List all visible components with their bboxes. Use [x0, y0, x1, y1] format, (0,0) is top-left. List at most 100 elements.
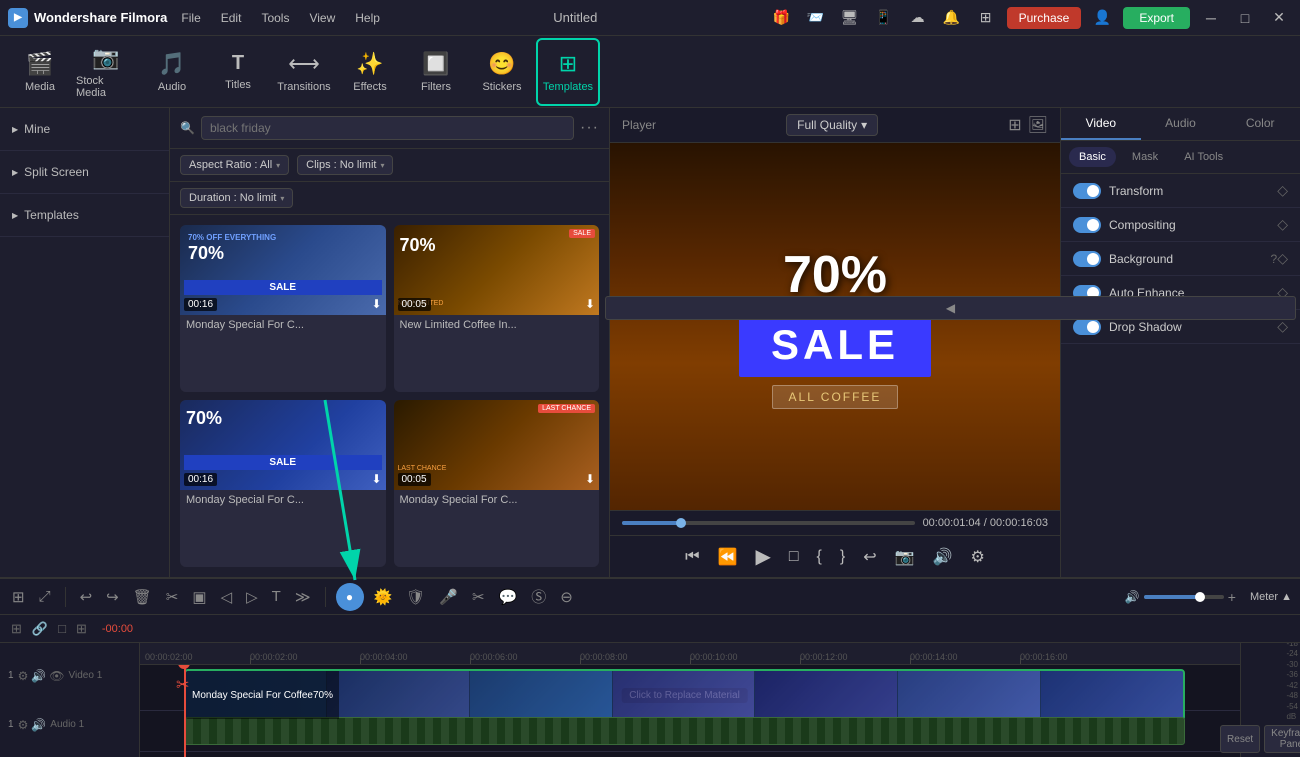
- minimize-button[interactable]: ─: [1198, 5, 1224, 31]
- bell-icon[interactable]: 🔔: [939, 5, 965, 31]
- duration-filter[interactable]: Duration : No limit ▾: [180, 188, 293, 208]
- template-card-1[interactable]: 70% OFF EVERYTHING 70% SALE 00:16 ⬇ Mond…: [180, 225, 386, 392]
- quality-dropdown[interactable]: Full Quality ▾: [786, 114, 878, 136]
- text-button[interactable]: T: [268, 586, 285, 607]
- export-button[interactable]: Export: [1123, 7, 1190, 29]
- audio-track-mute-button[interactable]: 🔊: [31, 718, 46, 732]
- group-track-button[interactable]: □: [55, 620, 69, 637]
- menu-help[interactable]: Help: [353, 7, 382, 29]
- delete-button[interactable]: 🗑: [129, 586, 156, 608]
- link-track-button[interactable]: 🔗: [29, 620, 51, 638]
- template-card-4[interactable]: LAST CHANCE LAST CHANCE 00:05 ⬇ Monday S…: [394, 400, 600, 567]
- sidebar-item-templates[interactable]: ▶ Templates: [12, 202, 157, 228]
- sidebar-item-mine[interactable]: ▶ Mine: [12, 116, 157, 142]
- phone-icon[interactable]: 📱: [871, 5, 897, 31]
- speed-button[interactable]: ⊖: [556, 586, 577, 608]
- audio-clip-1[interactable]: [184, 717, 1185, 745]
- tab-color[interactable]: Color: [1220, 108, 1300, 140]
- volume-add-icon[interactable]: +: [1228, 589, 1236, 605]
- tab-audio[interactable]: Audio: [1141, 108, 1221, 140]
- volume-slider[interactable]: [1144, 595, 1224, 599]
- monitor-icon[interactable]: 🖥: [837, 5, 863, 31]
- menu-edit[interactable]: Edit: [219, 7, 244, 29]
- grid-view-icon[interactable]: ⊞: [1008, 115, 1021, 135]
- maximize-button[interactable]: □: [1232, 5, 1258, 31]
- tool-filters[interactable]: 🔲 Filters: [404, 38, 468, 106]
- template-card-3[interactable]: 70% SALE 00:16 ⬇ Monday Special For C...: [180, 400, 386, 567]
- tool-stickers[interactable]: 😊 Stickers: [470, 38, 534, 106]
- transform-expand-icon[interactable]: ◇: [1277, 182, 1288, 199]
- image-view-icon[interactable]: 🖼: [1028, 115, 1048, 135]
- preview-progress-slider[interactable]: [622, 521, 915, 525]
- video-track-eye-button[interactable]: 👁: [49, 669, 64, 683]
- more-tools-button[interactable]: ≫: [291, 586, 315, 608]
- search-input[interactable]: [201, 116, 574, 140]
- transform-toggle[interactable]: [1073, 183, 1101, 199]
- aspect-ratio-filter[interactable]: Aspect Ratio : All ▾: [180, 155, 289, 175]
- close-button[interactable]: ✕: [1266, 5, 1292, 31]
- tool-media[interactable]: 🎬 Media: [8, 38, 72, 106]
- tool-stock-media[interactable]: 📷 Stock Media: [74, 38, 138, 106]
- paper-plane-icon[interactable]: 📨: [803, 5, 829, 31]
- template-card-2[interactable]: SALE 70% NEW LIMITED 00:05 ⬇ New Limited…: [394, 225, 600, 392]
- audio-button[interactable]: 🔊: [929, 545, 957, 569]
- go-to-start-button[interactable]: ⏮: [681, 546, 703, 568]
- tool-effects[interactable]: ✨ Effects: [338, 38, 402, 106]
- compositing-expand-icon[interactable]: ◇: [1277, 216, 1288, 233]
- preview-progress-handle[interactable]: [676, 518, 686, 528]
- background-help-icon[interactable]: ?: [1271, 252, 1278, 266]
- tool-transitions[interactable]: ⟷ Transitions: [272, 38, 336, 106]
- background-expand-icon[interactable]: ◇: [1277, 250, 1288, 267]
- auto-caption-button[interactable]: 💬: [495, 586, 522, 608]
- video-track-audio-button[interactable]: 🔊: [31, 669, 46, 683]
- audio-track-settings-button[interactable]: ⚙: [18, 718, 29, 732]
- panel-collapse-button[interactable]: ◀: [605, 296, 1296, 320]
- tab-video[interactable]: Video: [1061, 108, 1141, 140]
- purchase-button[interactable]: Purchase: [1007, 7, 1082, 29]
- subtab-mask[interactable]: Mask: [1122, 147, 1168, 167]
- gift-icon[interactable]: 🎁: [769, 5, 795, 31]
- sidebar-item-splitscreen[interactable]: ▶ Split Screen: [12, 159, 157, 185]
- compositing-toggle[interactable]: [1073, 217, 1101, 233]
- cut-button[interactable]: ✂: [162, 586, 183, 608]
- add-video-track-button[interactable]: ⊞: [8, 620, 25, 638]
- voiceover-button[interactable]: 🎤: [435, 586, 462, 608]
- crop-button[interactable]: ▣: [188, 586, 210, 608]
- ai-mask-button[interactable]: 🛡: [402, 586, 429, 608]
- video-track-settings-button[interactable]: ⚙: [18, 669, 29, 683]
- menu-file[interactable]: File: [179, 7, 202, 29]
- cloud-icon[interactable]: ☁: [905, 5, 931, 31]
- ungroup-track-button[interactable]: ⊞: [73, 620, 90, 638]
- scene-detect-button[interactable]: ⤢: [35, 586, 55, 607]
- trim-left-button[interactable]: ◁: [217, 586, 237, 608]
- step-back-button[interactable]: ⏪: [714, 545, 742, 569]
- scissors-handle[interactable]: ✂: [176, 675, 189, 695]
- reset-button[interactable]: Reset: [1220, 725, 1260, 753]
- menu-view[interactable]: View: [307, 7, 337, 29]
- smart-cutout-button[interactable]: ✂: [468, 586, 489, 608]
- snapshot-button[interactable]: 📷: [891, 545, 919, 569]
- subtab-basic[interactable]: Basic: [1069, 147, 1116, 167]
- tool-titles[interactable]: T Titles: [206, 38, 270, 106]
- grid-icon[interactable]: ⊞: [973, 5, 999, 31]
- drop-shadow-expand-icon[interactable]: ◇: [1277, 318, 1288, 335]
- keyframe-panel-button[interactable]: Keyframe Panel: [1264, 725, 1300, 753]
- loop-button[interactable]: ↩: [859, 545, 880, 569]
- subtab-ai-tools[interactable]: AI Tools: [1174, 147, 1233, 167]
- drop-shadow-toggle[interactable]: [1073, 319, 1101, 335]
- volume-handle[interactable]: [1195, 592, 1205, 602]
- settings-button[interactable]: ⚙: [966, 545, 988, 569]
- mark-out-button[interactable]: }: [836, 546, 849, 568]
- clips-filter[interactable]: Clips : No limit ▾: [297, 155, 393, 175]
- background-toggle[interactable]: [1073, 251, 1101, 267]
- menu-tools[interactable]: Tools: [259, 7, 291, 29]
- meter-button[interactable]: Meter ▲: [1250, 591, 1292, 603]
- ripple-edit-button[interactable]: ●: [336, 583, 364, 611]
- trim-right-button[interactable]: ▷: [242, 586, 262, 608]
- tool-audio[interactable]: 🎵 Audio: [140, 38, 204, 106]
- stop-button[interactable]: □: [785, 546, 803, 568]
- more-options-icon[interactable]: ···: [580, 119, 599, 137]
- redo-button[interactable]: ↪: [102, 586, 123, 608]
- mark-in-button[interactable]: {: [813, 546, 826, 568]
- profile-icon[interactable]: 👤: [1089, 5, 1115, 31]
